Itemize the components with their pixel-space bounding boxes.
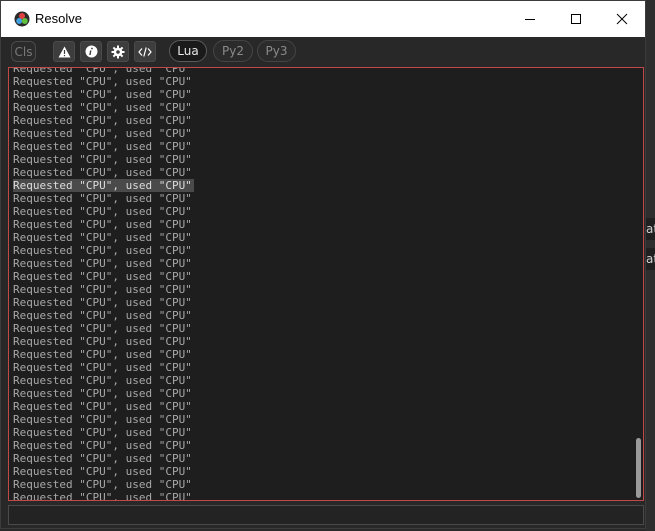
window-title: Resolve — [35, 11, 82, 26]
console-line: Requested "CPU", used "CPU" — [13, 166, 192, 179]
console-line: Requested "CPU", used "CPU" — [13, 127, 192, 140]
console-line: Requested "CPU", used "CPU" — [13, 322, 192, 335]
close-button[interactable] — [599, 1, 645, 37]
console-line: Requested "CPU", used "CPU" — [13, 114, 192, 127]
console-line: Requested "CPU", used "CPU" — [13, 452, 192, 465]
console-input[interactable] — [8, 505, 644, 525]
minimize-button[interactable] — [507, 1, 553, 37]
console-line: Requested "CPU", used "CPU" — [13, 439, 192, 452]
console-toolbar: Cls Lua Py2 Py3 — [1, 37, 645, 65]
console-line: Requested "CPU", used "CPU" — [13, 413, 192, 426]
code-view-button[interactable] — [134, 41, 156, 62]
lang-tab-lua[interactable]: Lua — [169, 40, 207, 62]
console-line: Requested "CPU", used "CPU" — [13, 374, 192, 387]
console-line: Requested "CPU", used "CPU" — [13, 75, 192, 88]
console-line: Requested "CPU", used "CPU" — [13, 387, 192, 400]
console-line: Requested "CPU", used "CPU" — [13, 465, 192, 478]
console-line: Requested "CPU", used "CPU" — [13, 270, 192, 283]
gear-icon — [111, 45, 125, 58]
console-line: Requested "CPU", used "CPU" — [13, 478, 192, 491]
console-line: Requested "CPU", used "CPU" — [13, 101, 192, 114]
console-line: Requested "CPU", used "CPU" — [13, 244, 192, 257]
console-line: Requested "CPU", used "CPU" — [13, 88, 192, 101]
console-line: Requested "CPU", used "CPU" — [13, 361, 192, 374]
warning-icon — [58, 46, 70, 57]
settings-button[interactable] — [107, 41, 129, 62]
console-line: Requested "CPU", used "CPU" — [13, 309, 192, 322]
console-line: Requested "CPU", used "CPU" — [13, 153, 192, 166]
background-text: at — [646, 252, 655, 266]
console-line: Requested "CPU", used "CPU" — [13, 348, 192, 361]
minimize-icon — [525, 19, 535, 20]
info-icon — [85, 45, 97, 58]
console-line: Requested "CPU", used "CPU" — [13, 179, 194, 192]
lang-tab-py2[interactable]: Py2 — [213, 40, 253, 62]
console-line-selected: Requested "CPU", used "CPU" — [13, 179, 194, 192]
console-line: Requested "CPU", used "CPU" — [13, 205, 192, 218]
console-line: Requested "CPU", used "CPU" — [13, 257, 192, 270]
close-icon — [616, 13, 628, 25]
scrollbar-thumb[interactable] — [636, 438, 641, 498]
resolve-console-window: Resolve Cls Lua Py2 Py3 Requested "CPU",… — [0, 0, 646, 529]
console-line: Requested "CPU", used "CPU" — [13, 400, 192, 413]
console-line: Requested "CPU", used "CPU" — [13, 296, 192, 309]
show-info-button[interactable] — [80, 41, 102, 62]
console-line: Requested "CPU", used "CPU" — [13, 67, 192, 75]
console-line: Requested "CPU", used "CPU" — [13, 426, 192, 439]
code-icon — [138, 46, 152, 57]
maximize-button[interactable] — [553, 1, 599, 37]
clear-console-button[interactable]: Cls — [11, 41, 36, 62]
console-line: Requested "CPU", used "CPU" — [13, 231, 192, 244]
console-line: Requested "CPU", used "CPU" — [13, 283, 192, 296]
davinci-resolve-icon — [14, 11, 30, 27]
console-line: Requested "CPU", used "CPU" — [13, 335, 192, 348]
maximize-icon — [571, 14, 581, 24]
console-output[interactable]: Requested "CPU", used "CPU" Requested "CP… — [8, 67, 644, 501]
console-lines: Requested "CPU", used "CPU" Requested "CP… — [13, 67, 194, 501]
background-text: at — [646, 222, 655, 236]
lang-tab-py3[interactable]: Py3 — [257, 40, 296, 62]
title-bar[interactable]: Resolve — [1, 1, 645, 37]
show-warnings-button[interactable] — [53, 41, 75, 62]
scrollbar-track[interactable] — [634, 68, 642, 500]
console-line: Requested "CPU", used "CPU" — [13, 491, 192, 501]
console-line: Requested "CPU", used "CPU" — [13, 218, 192, 231]
console-line: Requested "CPU", used "CPU" — [13, 140, 192, 153]
console-line: Requested "CPU", used "CPU" — [13, 192, 192, 205]
